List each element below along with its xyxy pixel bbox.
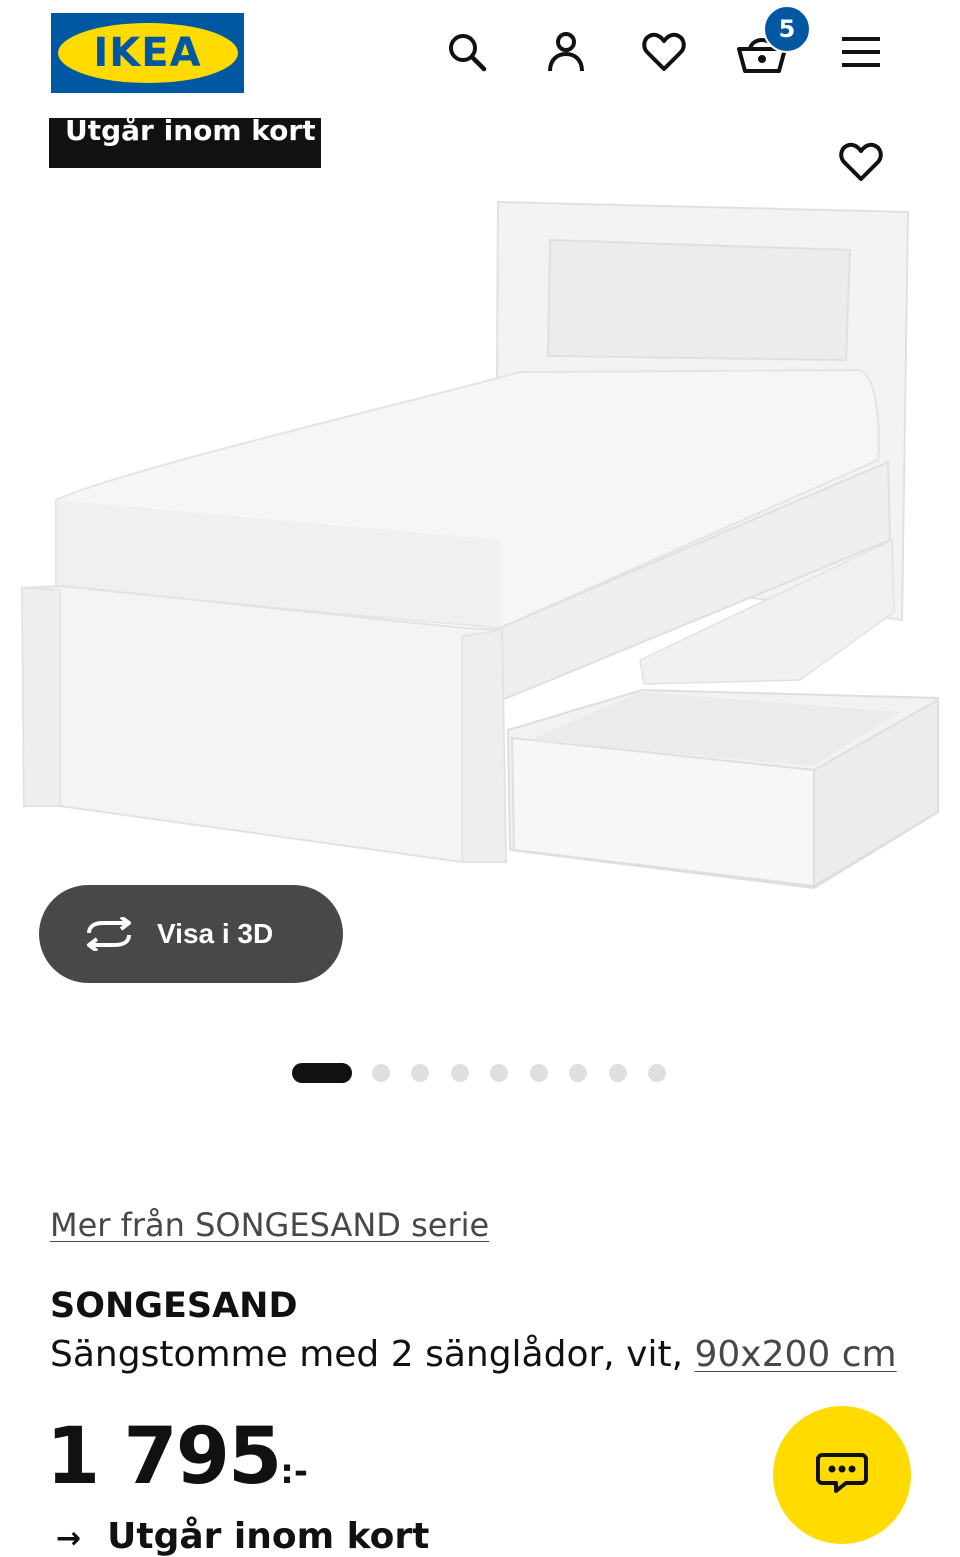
carousel-dot[interactable] [451,1064,469,1082]
site-header: IKEA 5 [0,0,960,110]
carousel-dot[interactable] [530,1064,548,1082]
carousel-indicator [0,1062,960,1084]
logo-oval: IKEA [57,23,238,83]
discontinued-tag: Utgår inom kort [49,118,321,168]
carousel-dot[interactable] [490,1064,508,1082]
price-amount: 1 795 [46,1412,282,1502]
size-link[interactable]: 90x200 cm [694,1334,896,1375]
product-name: SONGESAND [50,1286,298,1326]
add-to-favourites-icon[interactable] [833,134,889,190]
chat-icon [816,1451,868,1499]
carousel-dot[interactable] [648,1064,666,1082]
carousel-dot-active[interactable] [292,1063,352,1083]
menu-icon[interactable] [835,26,887,78]
carousel-dot[interactable] [411,1064,429,1082]
chat-button[interactable] [773,1406,911,1544]
series-link[interactable]: Mer från SONGESAND serie [50,1206,489,1244]
cart-count-badge: 5 [763,5,811,53]
product-description-text: Sängstomme med 2 sänglådor, vit, [50,1334,695,1375]
account-icon[interactable] [540,26,592,78]
view-in-3d-label: Visa i 3D [157,918,274,949]
product-price: 1 795:- [46,1412,308,1502]
view-in-3d-button[interactable]: Visa i 3D [39,885,343,983]
heart-icon[interactable] [638,26,690,78]
carousel-dot[interactable] [372,1064,390,1082]
price-suffix: :- [280,1452,308,1492]
search-icon[interactable] [441,26,493,78]
rotate-3d-icon [83,914,135,954]
arrow-right-icon: → [56,1521,82,1556]
carousel-dot[interactable] [569,1064,587,1082]
stock-status: → Utgår inom kort [56,1516,429,1557]
carousel-dot[interactable] [609,1064,627,1082]
discontinued-tag-label: Utgår inom kort [65,118,316,147]
product-description: Sängstomme med 2 sänglådor, vit, 90x200 … [50,1334,897,1375]
stock-status-text: Utgår inom kort [107,1516,430,1557]
logo-text: IKEA [93,30,202,76]
ikea-logo[interactable]: IKEA [51,13,244,93]
